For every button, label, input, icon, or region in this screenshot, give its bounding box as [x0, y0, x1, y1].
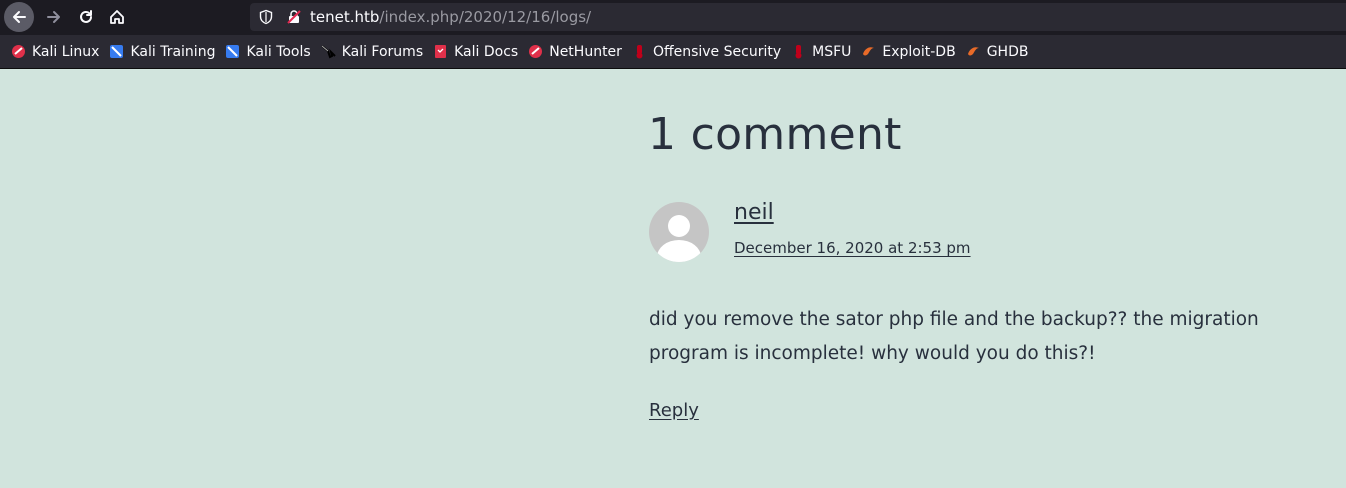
url-bar[interactable]: tenet.htb/index.php/2020/12/16/logs/ — [250, 3, 1346, 31]
forward-button[interactable] — [38, 3, 70, 31]
page-content: 1 comment neil December 16, 2020 at 2:53… — [0, 69, 1346, 488]
home-button[interactable] — [101, 3, 133, 31]
bookmarks-toolbar: Kali Linux Kali Training Kali Tools Kali… — [0, 35, 1346, 69]
bookmark-kali-training[interactable]: Kali Training — [109, 44, 215, 60]
bookmark-kali-docs[interactable]: Kali Docs — [433, 44, 518, 60]
reload-icon — [80, 10, 92, 23]
back-button[interactable] — [4, 2, 34, 32]
bookmark-label: Offensive Security — [652, 43, 782, 60]
arrow-left-icon — [13, 11, 26, 23]
arrow-right-icon — [47, 11, 60, 23]
bookmark-label: Kali Tools — [246, 43, 311, 60]
bookmark-exploit-db[interactable]: Exploit-DB — [861, 43, 956, 60]
bookmark-label: Kali Docs — [454, 43, 519, 60]
avatar — [649, 202, 709, 262]
comment-date-link[interactable]: December 16, 2020 at 2:53 pm — [734, 239, 971, 257]
bookmark-label: GHDB — [986, 43, 1029, 60]
url-path: /index.php/2020/12/16/logs/ — [379, 8, 592, 26]
bookmark-label: MSFU — [812, 43, 852, 60]
kali-docs-icon — [433, 44, 448, 59]
ghdb-icon — [966, 44, 981, 59]
reload-button[interactable] — [70, 3, 102, 31]
bookmark-kali-forums[interactable]: Kali Forums — [321, 44, 423, 60]
comments-heading: 1 comment — [648, 109, 902, 160]
bookmark-label: Kali Training — [130, 43, 216, 60]
url-text[interactable]: tenet.htb/index.php/2020/12/16/logs/ — [310, 8, 591, 26]
insecure-lock-icon[interactable] — [286, 9, 302, 25]
bookmark-label: Exploit-DB — [882, 43, 956, 60]
kali-tools-icon — [225, 44, 240, 59]
bookmark-kali-tools[interactable]: Kali Tools — [225, 43, 311, 60]
home-icon — [110, 10, 124, 24]
bookmark-ghdb[interactable]: GHDB — [966, 43, 1029, 60]
reply-link[interactable]: Reply — [649, 400, 699, 421]
nethunter-icon — [528, 44, 543, 59]
msfu-icon — [791, 44, 806, 59]
bookmark-offensive-security[interactable]: Offensive Security — [632, 44, 781, 60]
bookmark-label: Kali Forums — [341, 43, 424, 60]
bookmark-label: NetHunter — [549, 43, 622, 60]
url-host: tenet.htb — [310, 8, 380, 26]
kali-training-icon — [109, 44, 124, 59]
bookmark-label: Kali Linux — [32, 43, 100, 60]
offsec-icon — [632, 44, 647, 59]
comment-author-link[interactable]: neil — [734, 200, 774, 225]
user-avatar-icon — [657, 215, 701, 262]
comment-text: did you remove the sator php file and th… — [649, 309, 1259, 364]
exploit-db-icon — [861, 44, 876, 59]
bookmark-kali-linux[interactable]: Kali Linux — [11, 44, 99, 60]
browser-toolbar: tenet.htb/index.php/2020/12/16/logs/ — [0, 0, 1346, 35]
kali-icon — [11, 44, 26, 59]
shield-icon[interactable] — [258, 9, 274, 25]
kali-dragon-icon — [321, 44, 336, 59]
bookmark-msfu[interactable]: MSFU — [791, 44, 851, 60]
bookmark-nethunter[interactable]: NetHunter — [528, 44, 622, 60]
